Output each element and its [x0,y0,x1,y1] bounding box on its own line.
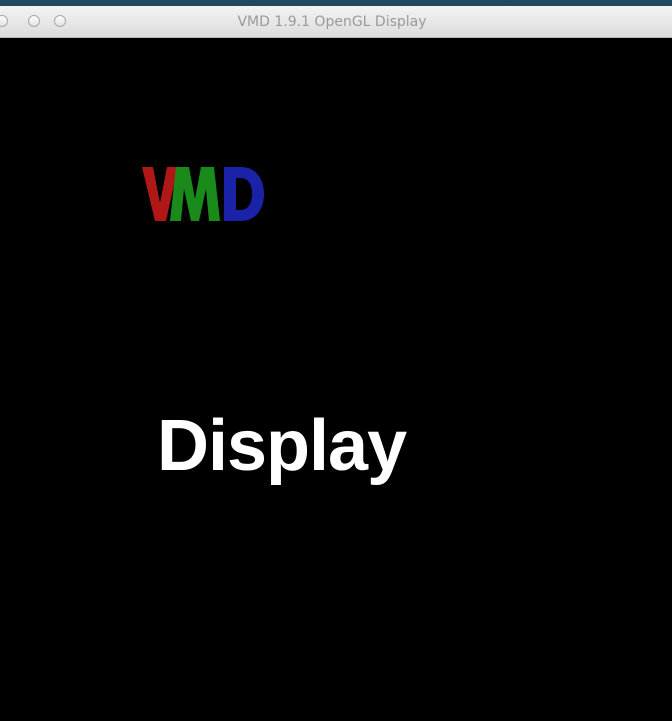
vmd-opengl-display-window: VMD 1.9.1 OpenGL Display Display [0,0,672,721]
display-label: Display [157,406,407,486]
window-title: VMD 1.9.1 OpenGL Display [237,14,427,30]
vmd-logo-d [224,167,264,221]
opengl-canvas[interactable]: Display [0,38,672,721]
title-bar[interactable]: VMD 1.9.1 OpenGL Display [0,6,672,38]
vmd-logo [142,167,264,221]
vmd-logo-m [170,167,220,221]
